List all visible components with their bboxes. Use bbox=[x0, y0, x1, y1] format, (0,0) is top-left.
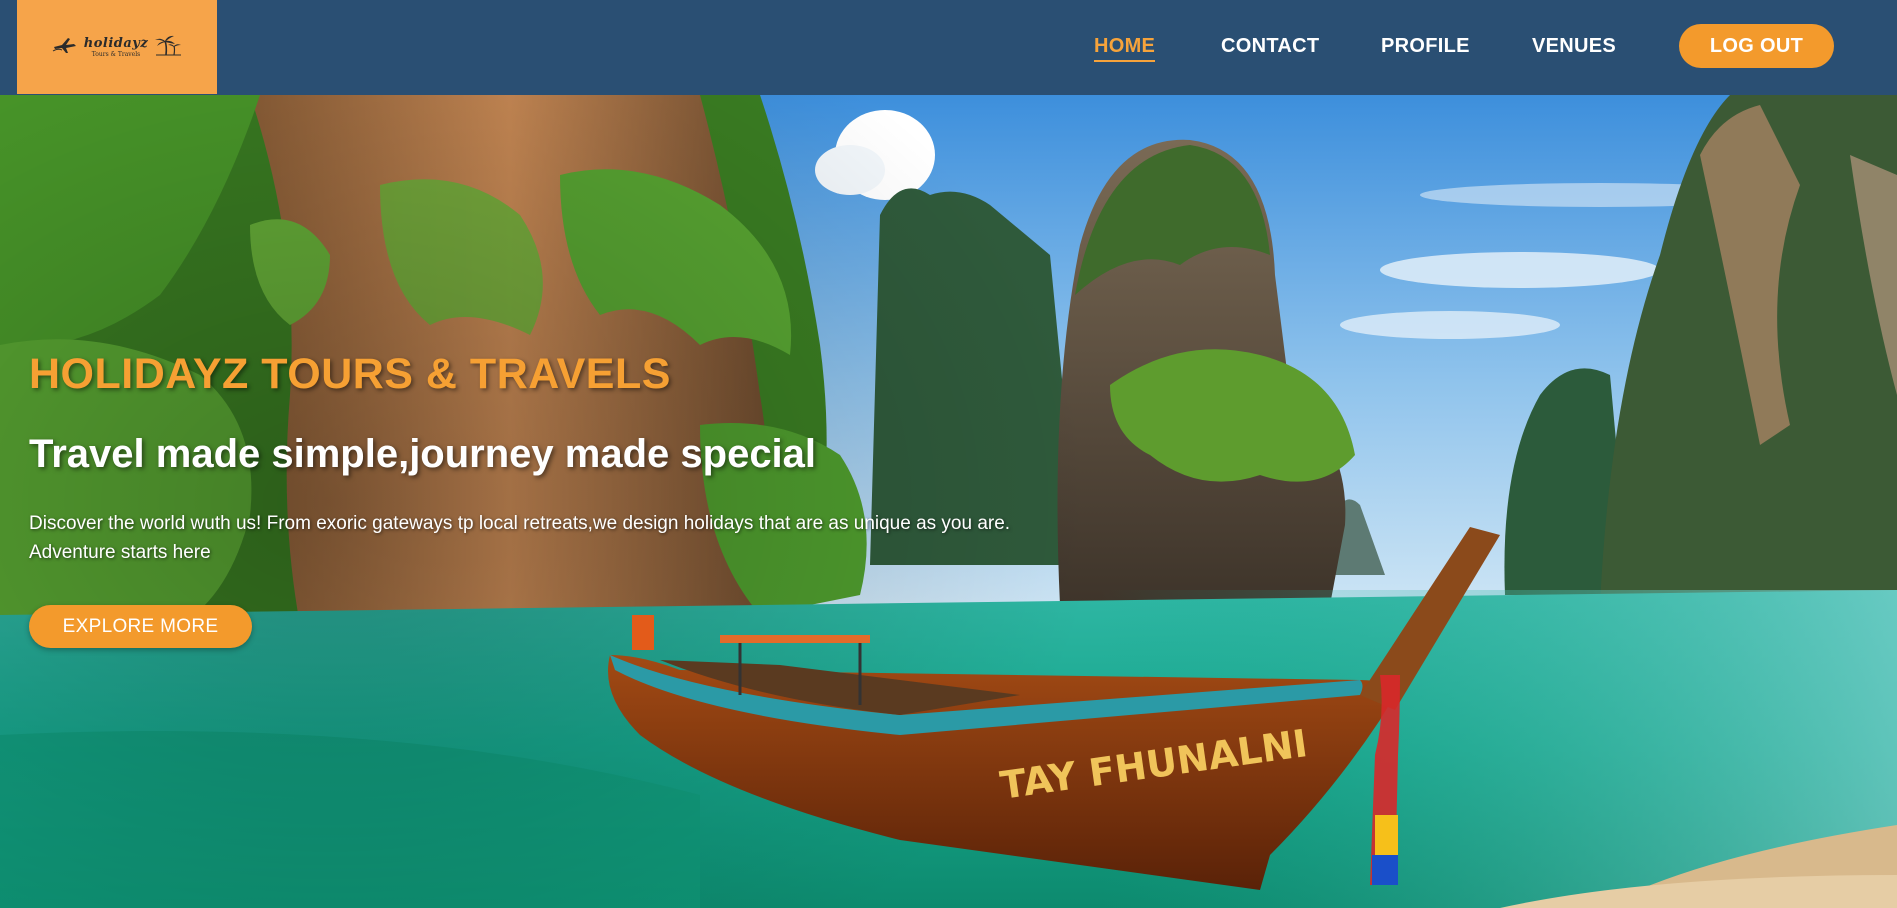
explore-more-button[interactable]: EXPLORE MORE bbox=[29, 605, 252, 648]
hero-title: HOLIDAYZ TOURS & TRAVELS bbox=[29, 350, 671, 398]
nav-venues-link[interactable]: VENUES bbox=[1532, 33, 1616, 59]
nav-home-link[interactable]: HOME bbox=[1094, 33, 1156, 62]
hero-section: TAY FHUNALNI HOLIDAYZ TOURS & TRAVELS Tr… bbox=[0, 95, 1897, 908]
nav-contact-link[interactable]: CONTACT bbox=[1221, 33, 1319, 59]
nav-profile-link[interactable]: PROFILE bbox=[1381, 33, 1470, 59]
hero-subtitle: Travel made simple,journey made special bbox=[29, 432, 817, 476]
navbar: holidayz Tours & Travels HOME CONTACT PR… bbox=[0, 0, 1897, 95]
logout-button[interactable]: LOG OUT bbox=[1679, 24, 1834, 68]
hero-description: Discover the world wuth us! From exoric … bbox=[29, 513, 1011, 563]
main-nav: HOME CONTACT PROFILE VENUES LOG OUT bbox=[0, 0, 1897, 95]
hero-background-image: TAY FHUNALNI bbox=[0, 95, 1897, 908]
